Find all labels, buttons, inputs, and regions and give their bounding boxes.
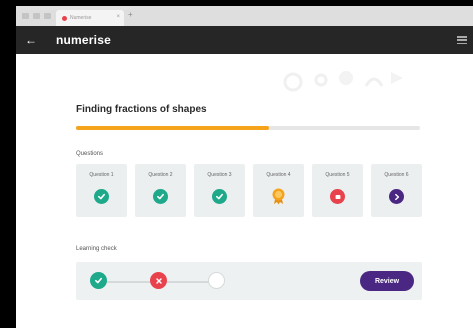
window-controls [22,13,51,19]
review-button[interactable]: Review [360,271,414,291]
questions-label: Questions [76,151,104,157]
tab-title: Numerise [70,15,92,21]
learning-check-step-incorrect [150,272,167,289]
numerise-logo: numerise [56,33,111,47]
window-minimize-control[interactable] [33,13,40,19]
question-label: Question 2 [148,172,173,178]
question-label: Question 3 [207,172,232,178]
window-maximize-control[interactable] [44,13,51,19]
question-card[interactable]: Question 1 [76,164,127,217]
lesson-progress-fill [76,126,269,130]
new-tab-button[interactable]: + [128,11,133,19]
question-card[interactable]: Question 2 [135,164,186,217]
question-card[interactable]: Question 5 [312,164,363,217]
app-header: ← numerise [16,26,473,54]
check-icon [153,189,168,204]
browser-window: Numerise × + ← numerise Finding fraction… [16,6,473,328]
back-arrow-icon[interactable]: ← [24,33,38,47]
favicon-icon [62,15,67,21]
cross-icon [155,277,162,284]
browser-tab-bar: Numerise × + [16,6,473,26]
question-card[interactable]: Question 6 [371,164,422,217]
lesson-page: Finding fractions of shapes Questions Qu… [16,54,473,328]
browser-tab[interactable]: Numerise × [56,10,124,26]
window-close-control[interactable] [22,13,29,19]
check-icon [94,189,109,204]
question-card[interactable]: Question 3 [194,164,245,217]
question-list: Question 1 Question 2 Question 3 Question 4… [76,164,426,217]
check-icon [212,189,227,204]
check-icon [94,277,103,284]
question-label: Question 4 [266,172,291,178]
tab-close-icon[interactable]: × [116,14,120,20]
menu-icon[interactable] [457,36,467,44]
question-card[interactable]: Question 4 [253,164,304,217]
learning-check-step-pending [208,272,225,289]
question-label: Question 5 [325,172,350,178]
lesson-progress-bar [76,126,420,130]
question-label: Question 1 [89,172,114,178]
lesson-title: Finding fractions of shapes [76,104,207,115]
learning-check-step-correct [90,272,107,289]
award-icon [271,188,286,205]
question-label: Question 6 [384,172,409,178]
flag-icon [330,189,345,204]
arrow-right-icon [389,189,404,204]
decorative-shapes-icon [283,71,403,92]
learning-check-label: Learning check [76,246,117,252]
learning-check-panel: Review [76,262,422,300]
